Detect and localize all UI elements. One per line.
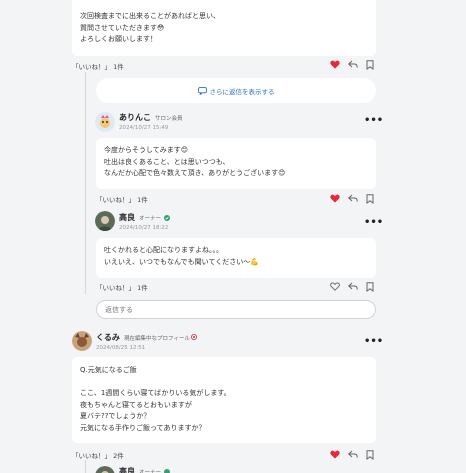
verified-badge-icon [164, 215, 170, 221]
bookmark-icon[interactable] [366, 450, 374, 460]
heart-outline-icon[interactable] [330, 282, 340, 291]
heart-icon[interactable] [330, 450, 340, 459]
post-body: 次回検査までに出来ることがあればと思い、 質問させていただきます😳 よろしくお願… [80, 12, 220, 43]
reply-icon[interactable] [348, 282, 358, 291]
user-name[interactable]: 高良 [119, 212, 135, 223]
avatar[interactable] [95, 466, 115, 473]
post-body: Q.元気になるご飯 ここ、1週間くらい寝てばかりいる気がします。 夜もちゃんと寝… [80, 366, 231, 432]
likes-count[interactable]: 「いいね！」 1件 [96, 282, 148, 292]
bookmark-icon[interactable] [366, 194, 374, 204]
avatar[interactable] [95, 112, 115, 132]
user-role: オーナー [139, 470, 162, 473]
show-more-label: さらに返信を表示する [209, 87, 275, 96]
user-name[interactable]: ありんこ [119, 112, 151, 123]
edit-badge-icon [191, 334, 197, 340]
user-role: 現在編集中なプロフィール [124, 336, 190, 342]
chat-icon [197, 86, 207, 95]
user-name[interactable]: くるみ [96, 332, 120, 343]
reply-card: 今度からそうしてみます😊 吐出は良くあること、とは思いつつも、 なんだか心配で色… [96, 138, 376, 189]
thread-line [85, 460, 86, 473]
post-date: 2024/10/27 15:49 [119, 125, 169, 131]
likes-count[interactable]: 「いいね！」 2件 [72, 450, 124, 460]
reply-body: 今度からそうしてみます😊 吐出は良くあること、とは思いつつも、 なんだか心配で色… [104, 146, 286, 177]
avatar[interactable] [95, 211, 115, 231]
verified-badge-icon [164, 469, 170, 473]
likes-count[interactable]: 「いいね！」 1件 [72, 61, 124, 71]
user-name[interactable]: 高良 [119, 466, 135, 473]
user-role: サロン会員 [155, 116, 183, 122]
post-date: 2024/08/25 12:51 [96, 345, 146, 351]
user-role: オーナー [139, 216, 162, 222]
post-card: Q.元気になるご飯 ここ、1週間くらい寝てばかりいる気がします。 夜もちゃんと寝… [72, 357, 376, 443]
reply-body: 吐くかれると心配になりますよね。。。 いえいえ、いつでもなんでも聞いてください〜… [104, 246, 259, 266]
more-icon[interactable]: ••• [364, 217, 383, 228]
bookmark-icon[interactable] [366, 60, 374, 70]
post-card: 次回検査までに出来ることがあればと思い、 質問させていただきます😳 よろしくお願… [72, 0, 376, 56]
reply-input[interactable] [96, 300, 376, 319]
heart-icon[interactable] [330, 60, 340, 69]
more-icon[interactable]: ••• [364, 336, 383, 347]
avatar[interactable] [72, 331, 92, 351]
more-icon[interactable]: ••• [364, 115, 383, 126]
show-more-replies-button[interactable]: さらに返信を表示する [96, 78, 376, 103]
likes-count[interactable]: 「いいね！」 1件 [96, 194, 148, 204]
bookmark-icon[interactable] [366, 282, 374, 292]
reply-icon[interactable] [348, 60, 358, 69]
post-date: 2024/10/27 18:22 [119, 225, 169, 231]
thread-line [85, 72, 86, 294]
heart-icon[interactable] [330, 194, 340, 203]
reply-icon[interactable] [348, 450, 358, 459]
reply-card: 吐くかれると心配になりますよね。。。 いえいえ、いつでもなんでも聞いてください〜… [96, 238, 376, 278]
reply-icon[interactable] [348, 194, 358, 203]
